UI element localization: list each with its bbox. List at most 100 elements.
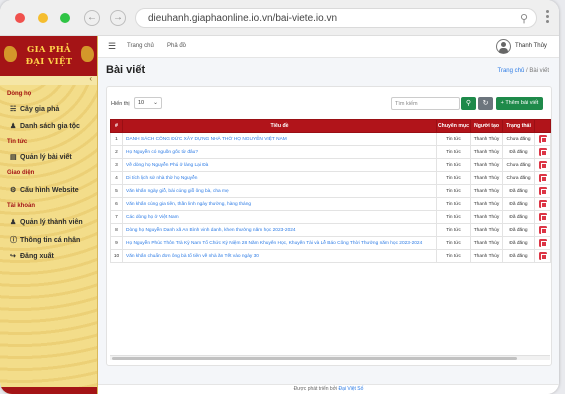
sidebar-item-website-config[interactable]: ⚙ Cấu hình Website <box>10 186 79 194</box>
refresh-button[interactable]: ↻ <box>478 97 493 110</box>
table-row: 2 Họ Nguyễn có nguồn gốc từ đâu? Tin tức Th… <box>110 145 551 159</box>
search-input[interactable]: Tìm kiếm <box>391 97 460 110</box>
delete-icon[interactable] <box>538 187 547 195</box>
row-number: 4 <box>110 171 123 185</box>
search-button[interactable]: ⚲ <box>461 97 476 110</box>
sidebar-item-profile[interactable]: ⓘ Thông tin cá nhân <box>10 235 80 245</box>
column-header-title[interactable]: Tiêu đề <box>122 119 437 133</box>
search-icon[interactable]: ⚲ <box>520 12 528 25</box>
sidebar-item-label: Cấu hình Website <box>20 187 79 194</box>
user-avatar-icon[interactable] <box>496 39 511 54</box>
delete-icon[interactable] <box>538 200 547 208</box>
nav-link-tree-map[interactable]: Phả đồ <box>167 43 186 49</box>
address-bar[interactable]: dieuhanh.giaphaonline.io.vn/bai-viete.io… <box>135 8 537 28</box>
sidebar-item-manage-members[interactable]: ♟ Quản lý thành viên <box>10 218 83 226</box>
post-title-link[interactable]: Về dòng họ Nguyễn Phú ở làng Lại Đà <box>122 158 437 172</box>
refresh-icon: ↻ <box>482 100 489 107</box>
post-title-link[interactable]: Văn khấn cúng gia tiên, thần linh ngày t… <box>122 197 437 211</box>
info-icon: ⓘ <box>10 237 17 244</box>
column-header-category[interactable]: Chuyên mục <box>436 119 471 133</box>
post-category: Tin tức <box>436 197 471 211</box>
table-row: 5 Văn khấn ngày giỗ, bài cúng giỗ ông bà,… <box>110 184 551 198</box>
column-header-status[interactable]: Trạng thái <box>502 119 535 133</box>
status-badge: Chưa đăng <box>502 158 535 172</box>
sidebar-item-logout[interactable]: ↪ Đăng xuất <box>10 252 54 260</box>
section-title-tai-khoan: Tài khoản <box>7 203 36 209</box>
post-category: Tin tức <box>436 210 471 224</box>
sidebar-item-clan-list[interactable]: ♟ Danh sách gia tộc <box>10 122 80 130</box>
breadcrumb-home[interactable]: Trang chủ <box>498 68 525 74</box>
users-icon: ♟ <box>10 219 17 226</box>
column-header-number[interactable]: # <box>110 119 123 133</box>
footer-text: Được phát triển bởi <box>293 386 338 392</box>
scrollbar-thumb[interactable] <box>112 357 517 360</box>
post-title-link[interactable]: Dòng họ Nguyễn Danh xã An Bình vinh danh… <box>122 223 437 237</box>
post-title-link[interactable]: DANH SÁCH CÔNG ĐỨC XÂY DỰNG NHÀ THỜ HỌ N… <box>122 132 437 146</box>
delete-cell <box>534 145 551 159</box>
delete-icon[interactable] <box>538 148 547 156</box>
row-number: 2 <box>110 145 123 159</box>
status-badge: Đã đăng <box>502 223 535 237</box>
sidebar-item-label: Danh sách gia tộc <box>20 123 80 130</box>
chevron-down-icon: ⌄ <box>152 100 158 106</box>
delete-icon[interactable] <box>538 252 547 260</box>
nav-link-home[interactable]: Trang chủ <box>127 43 154 49</box>
delete-cell <box>534 249 551 263</box>
post-title-link[interactable]: Văn khấn ngày giỗ, bài cúng giỗ ông bà, … <box>122 184 437 198</box>
browser-menu-icon[interactable] <box>544 10 552 25</box>
sidebar-item-family-tree[interactable]: ☵ Cây gia phả <box>10 105 59 113</box>
delete-cell <box>534 210 551 224</box>
user-name[interactable]: Thanh Thủy <box>515 43 547 49</box>
post-author: Thanh Thủy <box>470 158 503 172</box>
page-title: Bài viết <box>106 64 146 76</box>
row-number: 6 <box>110 197 123 211</box>
close-window-button[interactable] <box>15 13 25 23</box>
page-size-select[interactable]: 10 ⌄ <box>134 97 162 109</box>
chevron-left-icon[interactable]: ‹ <box>89 74 92 83</box>
delete-icon[interactable] <box>538 239 547 247</box>
footer-brand-link[interactable]: Đại Việt Số <box>339 386 364 392</box>
post-title-link[interactable]: Di tích lịch sử nhà thờ họ Nguyễn <box>122 171 437 185</box>
add-post-button[interactable]: + Thêm bài viết <box>496 97 543 110</box>
row-number: 8 <box>110 223 123 237</box>
logo[interactable]: GIA PHẢ ĐẠI VIỆT <box>0 36 97 76</box>
tree-icon: ☵ <box>10 106 17 113</box>
minimize-window-button[interactable] <box>38 13 48 23</box>
status-badge: Chưa đăng <box>502 171 535 185</box>
post-author: Thanh Thủy <box>470 236 503 250</box>
logo-line-1: GIA PHẢ <box>27 45 71 55</box>
page-size-value: 10 <box>138 100 145 106</box>
delete-icon[interactable] <box>538 213 547 221</box>
hamburger-menu-icon[interactable]: ☰ <box>108 41 116 52</box>
forward-arrow-icon[interactable]: → <box>110 10 126 26</box>
maximize-window-button[interactable] <box>60 13 70 23</box>
back-arrow-icon[interactable]: ← <box>84 10 100 26</box>
delete-cell <box>534 158 551 172</box>
delete-icon[interactable] <box>538 135 547 143</box>
posts-card: Hiển thị 10 ⌄ Tìm kiếm ⚲ ↻ + Thêm bài viế… <box>106 86 552 366</box>
post-title-link[interactable]: Họ Nguyễn có nguồn gốc từ đâu? <box>122 145 437 159</box>
row-number: 3 <box>110 158 123 172</box>
sidebar-item-label: Thông tin cá nhân <box>20 237 81 244</box>
delete-icon[interactable] <box>538 174 547 182</box>
search-icon: ⚲ <box>465 100 472 107</box>
delete-cell <box>534 236 551 250</box>
main-content: Bài viết Trang chủ / Bài viết Hiển thị 1… <box>98 58 559 384</box>
post-category: Tin tức <box>436 145 471 159</box>
status-badge: Đã đăng <box>502 145 535 159</box>
table-row: 7 Các dòng họ ở Việt Nam Tin tức Thanh Thủy… <box>110 210 551 224</box>
post-title-link[interactable]: Văn khấn chuẩn đơn ông bà tổ tiên về nhà… <box>122 249 437 263</box>
status-badge: Đã đăng <box>502 210 535 224</box>
horizontal-scrollbar[interactable] <box>110 355 550 360</box>
delete-icon[interactable] <box>538 226 547 234</box>
row-number: 1 <box>110 132 123 146</box>
post-category: Tin tức <box>436 223 471 237</box>
post-title-link[interactable]: Các dòng họ ở Việt Nam <box>122 210 437 224</box>
post-title-link[interactable]: Họ Nguyễn Phúc Thôn Trà Kỳ Nam Tổ Chức K… <box>122 236 437 250</box>
browser-titlebar: ← → dieuhanh.giaphaonline.io.vn/bai-viet… <box>0 0 559 36</box>
sidebar-collapse-bar[interactable]: ‹ <box>0 74 97 85</box>
delete-icon[interactable] <box>538 161 547 169</box>
post-author: Thanh Thủy <box>470 249 503 263</box>
sidebar-item-manage-posts[interactable]: ▤ Quản lý bài viết <box>10 153 72 161</box>
column-header-author[interactable]: Người tạo <box>470 119 503 133</box>
